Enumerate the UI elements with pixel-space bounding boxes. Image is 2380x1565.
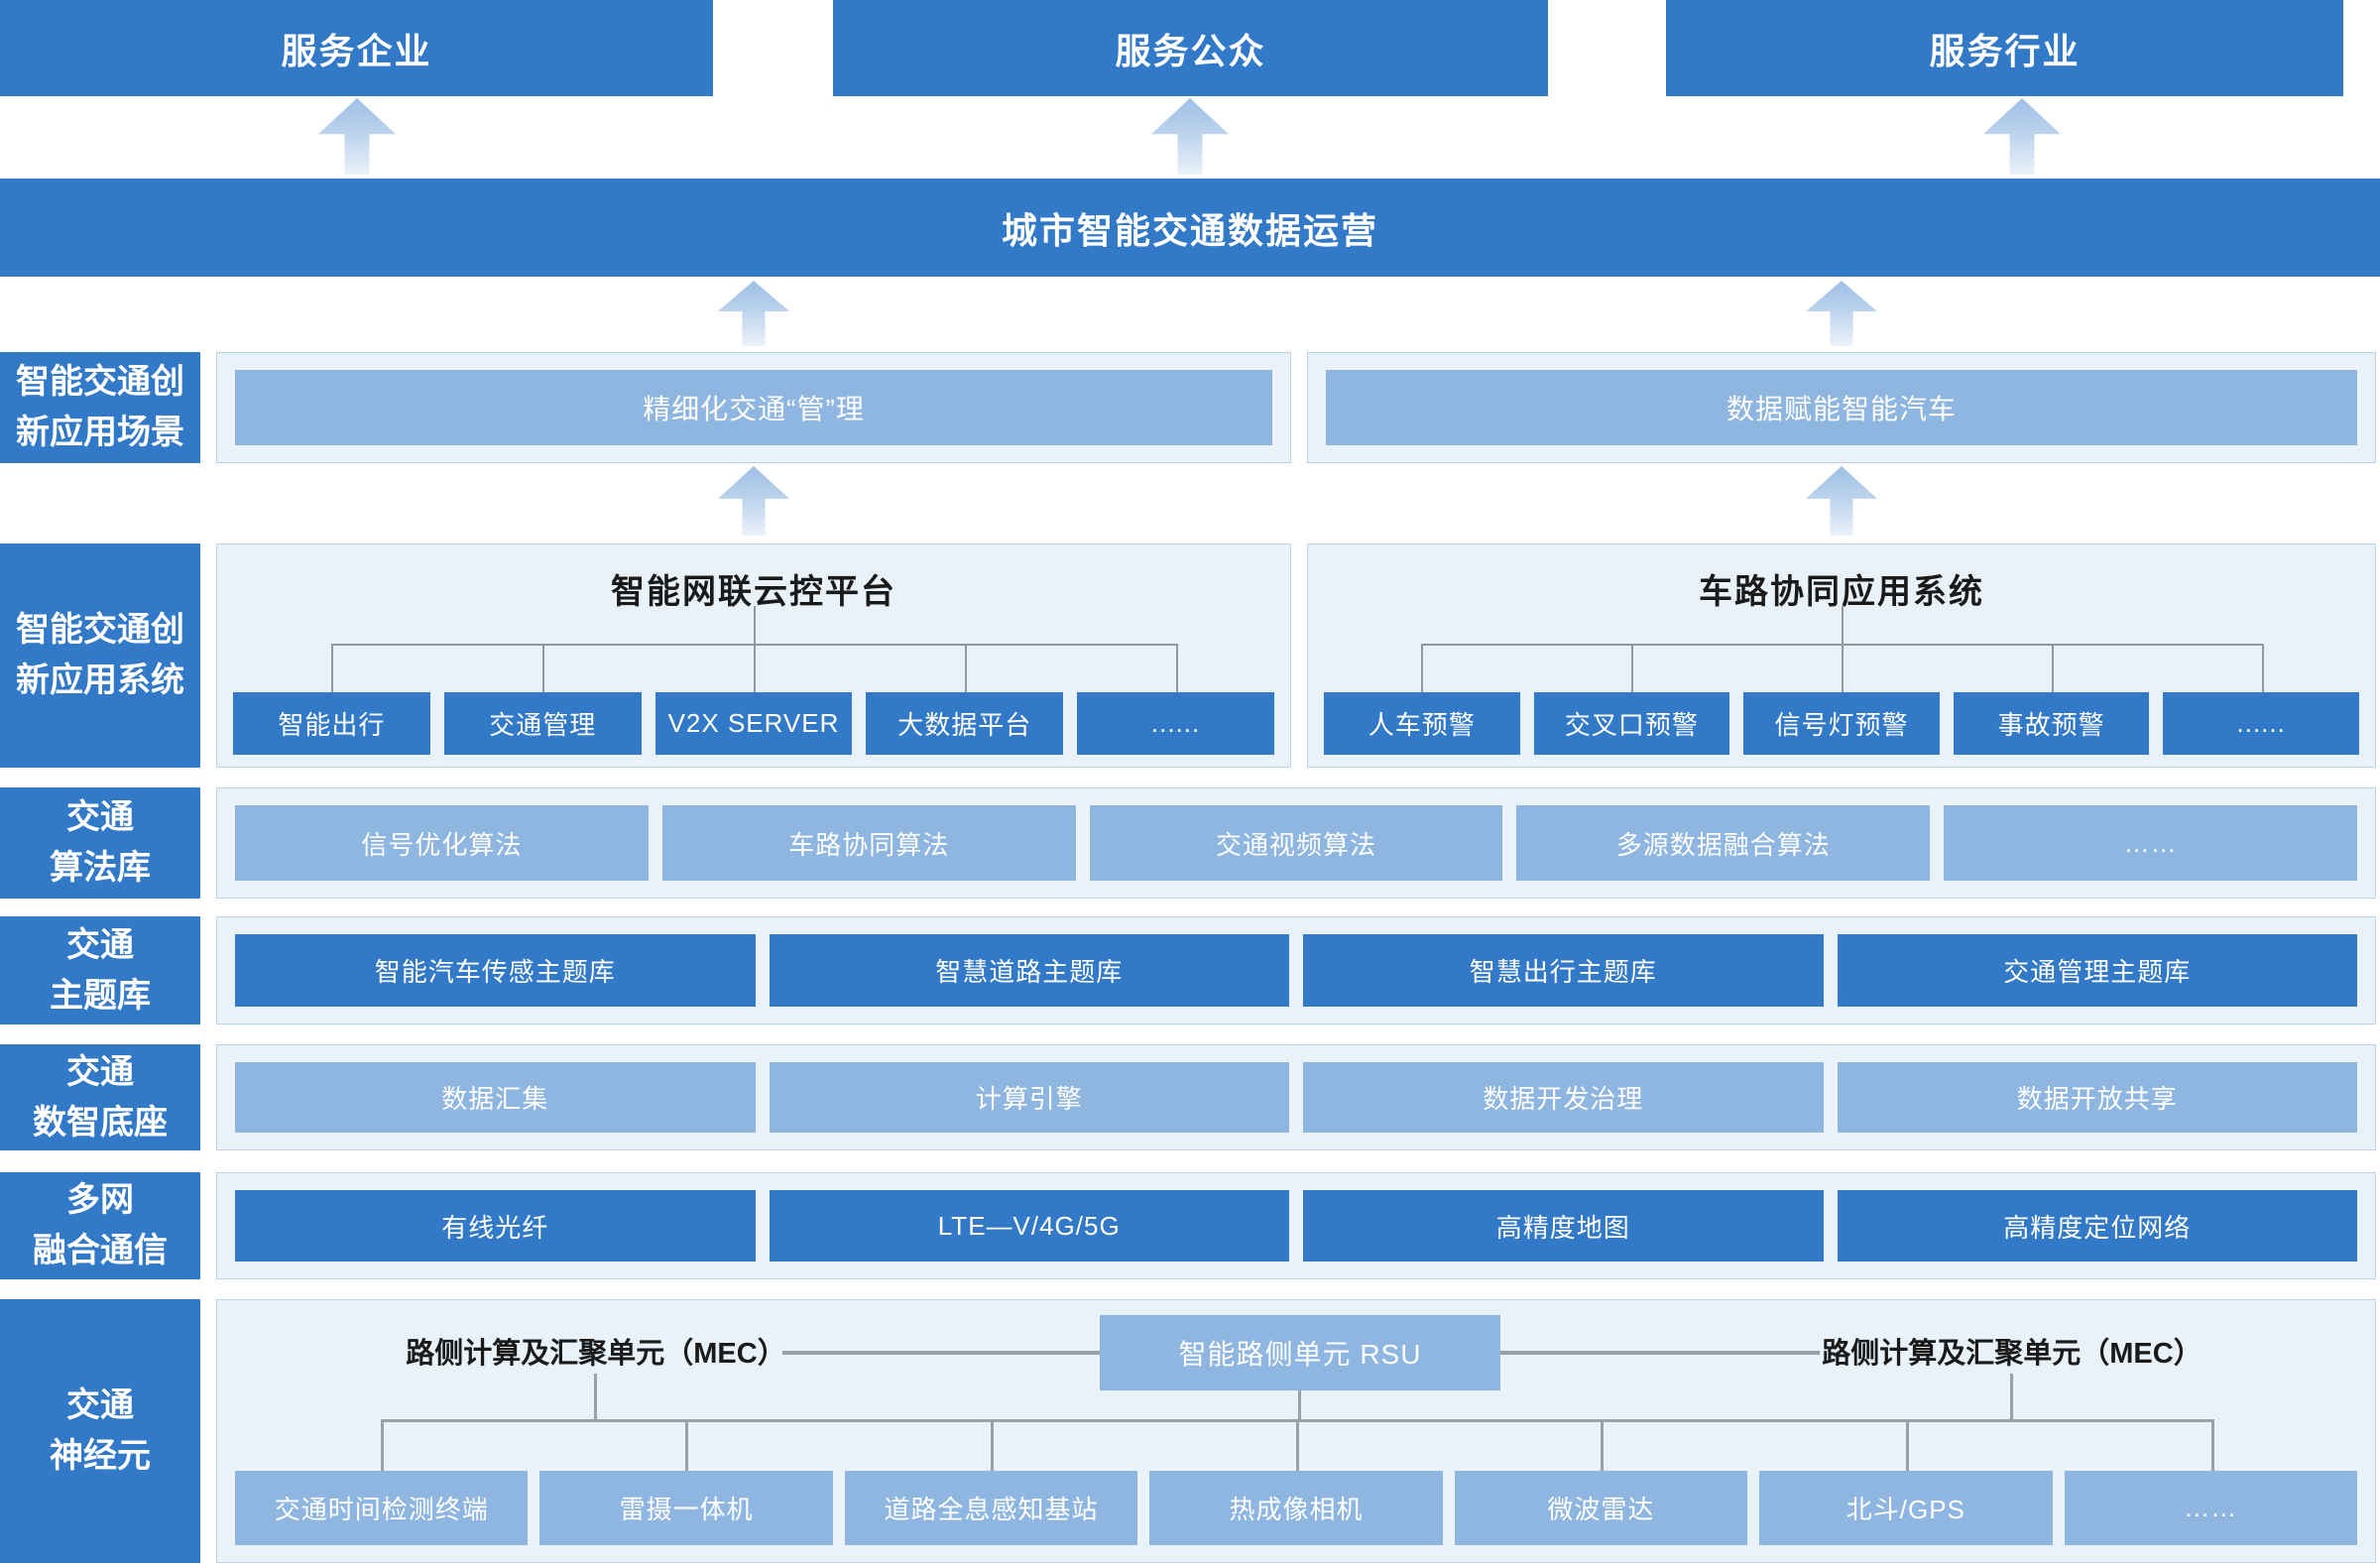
algorithm-item: 信号优化算法 [235,805,649,881]
system-child: 人车预警 [1324,692,1520,755]
theme-item: 交通管理主题库 [1838,934,2358,1007]
device-item: 北斗/GPS [1759,1471,2052,1545]
tree-line [1842,644,1844,694]
row-label-innovation-scenes: 智能交通创 新应用场景 [0,352,200,463]
system-child: 智能出行 [233,692,430,755]
tree-line [1296,1419,1299,1471]
row-label-data-foundation: 交通 数智底座 [0,1044,200,1150]
foundation-item: 计算引擎 [770,1062,1290,1133]
tree-line [594,1374,597,1419]
foundation-panel: 数据汇集 计算引擎 数据开发治理 数据开放共享 [216,1044,2376,1150]
tree-line [1298,1390,1301,1419]
up-arrow [1151,98,1229,175]
system-child: 交叉口预警 [1534,692,1730,755]
main-bar-data-operation: 城市智能交通数据运营 [0,179,2380,277]
up-arrow [1806,466,1877,536]
tree-line [1842,606,1844,644]
scene-panel-left: 精细化交通“管”理 [216,352,1291,463]
scene-box-data-empowered-vehicles: 数据赋能智能汽车 [1326,370,2357,445]
device-item: 道路全息感知基站 [845,1471,1137,1545]
tree-line [2262,644,2264,694]
row-label-innovation-systems: 智能交通创 新应用系统 [0,543,200,768]
tree-line [685,1419,688,1471]
foundation-item: 数据开发治理 [1303,1062,1824,1133]
device-item: …… [2065,1471,2357,1545]
tree-line [1906,1419,1909,1471]
system-child: 交通管理 [444,692,642,755]
tree-line [2010,1374,2013,1419]
system-child: V2X SERVER [655,692,853,755]
neurons-panel: 路侧计算及汇聚单元（MEC） 智能路侧单元 RSU 路侧计算及汇聚单元（MEC）… [216,1299,2376,1563]
scene-panel-right: 数据赋能智能汽车 [1307,352,2376,463]
theme-item: 智慧道路主题库 [770,934,1290,1007]
network-item: LTE—V/4G/5G [770,1190,1290,1262]
mec-left-label: 路侧计算及汇聚单元（MEC） [398,1330,794,1372]
row-label-theme-library: 交通 主题库 [0,916,200,1024]
system-panel-v2x-applications: 车路协同应用系统 人车预警 交叉口预警 信号灯预警 事故预警 ...... [1307,543,2376,768]
tree-line [754,644,756,694]
system-child: 信号灯预警 [1743,692,1940,755]
up-arrow [1806,281,1877,346]
algorithm-item: 车路协同算法 [662,805,1076,881]
tree-line [991,1419,994,1471]
tree-line [754,606,756,644]
tree-line [1601,1419,1604,1471]
network-item: 高精度定位网络 [1838,1190,2358,1262]
device-item: 雷摄一体机 [539,1471,832,1545]
up-arrow [1983,98,2061,175]
mec-right-label: 路侧计算及汇聚单元（MEC） [1814,1330,2210,1372]
algorithm-item: 交通视频算法 [1090,805,1503,881]
theme-item: 智慧出行主题库 [1303,934,1824,1007]
foundation-item: 数据开放共享 [1838,1062,2358,1133]
scene-box-fine-traffic-management: 精细化交通“管”理 [235,370,1272,445]
service-box-enterprise: 服务企业 [0,0,713,96]
network-item: 有线光纤 [235,1190,756,1262]
algorithm-item: 多源数据融合算法 [1516,805,1930,881]
device-item: 交通时间检测终端 [235,1471,528,1545]
service-box-public: 服务公众 [833,0,1548,96]
tree-line [2052,644,2054,694]
tree-line [542,644,544,694]
network-panel: 有线光纤 LTE—V/4G/5G 高精度地图 高精度定位网络 [216,1172,2376,1279]
themes-panel: 智能汽车传感主题库 智慧道路主题库 智慧出行主题库 交通管理主题库 [216,916,2376,1024]
rsu-box: 智能路侧单元 RSU [1100,1315,1500,1390]
up-arrow [718,281,789,346]
architecture-diagram: 服务企业 服务公众 服务行业 城市智能交通数据运营 智能交通创 新应用场景 精细… [0,0,2380,1565]
tree-line [2211,1419,2214,1471]
row-label-traffic-neurons: 交通 神经元 [0,1299,200,1563]
system-child: 事故预警 [1954,692,2150,755]
tree-line [381,1419,384,1471]
row-label-converged-network: 多网 融合通信 [0,1172,200,1279]
system-panel-cloud-control: 智能网联云控平台 智能出行 交通管理 V2X SERVER 大数据平台 ....… [216,543,1291,768]
algorithm-item: …… [1944,805,2357,881]
foundation-item: 数据汇集 [235,1062,756,1133]
up-arrow [318,98,396,175]
connector-line [1500,1351,1820,1355]
tree-line [1421,644,1423,694]
system-child: 大数据平台 [866,692,1063,755]
tree-line [1631,644,1633,694]
service-box-industry: 服务行业 [1666,0,2343,96]
tree-line [1176,644,1178,694]
up-arrow [718,466,789,536]
tree-line [965,644,967,694]
device-item: 热成像相机 [1149,1471,1442,1545]
network-item: 高精度地图 [1303,1190,1824,1262]
row-label-algorithm-library: 交通 算法库 [0,787,200,899]
system-child: ...... [1077,692,1274,755]
theme-item: 智能汽车传感主题库 [235,934,756,1007]
connector-line [782,1351,1100,1355]
tree-line [331,644,333,694]
system-child: ...... [2163,692,2359,755]
algorithms-panel: 信号优化算法 车路协同算法 交通视频算法 多源数据融合算法 …… [216,787,2376,899]
device-item: 微波雷达 [1455,1471,1747,1545]
